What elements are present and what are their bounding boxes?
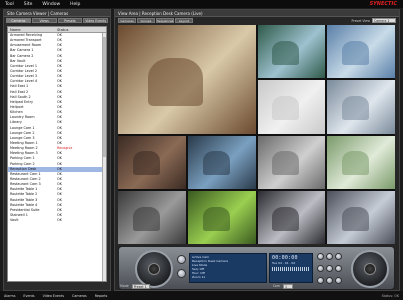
video-feed[interactable] (118, 135, 186, 189)
camera-list-scrollbar[interactable] (102, 33, 106, 281)
view-area-tabs: Cameras Groups Sequences Layout (118, 18, 193, 23)
joystick-center[interactable] (364, 263, 376, 275)
menu-site[interactable]: Site (19, 2, 38, 7)
cam-dropdown[interactable]: 1 (282, 283, 293, 289)
console-button-6[interactable] (317, 265, 324, 272)
video-feed[interactable] (257, 80, 326, 134)
camera-list-panel: Site Camera Viewer | Cameras Cameras Vie… (3, 9, 111, 291)
preset-dropdown[interactable]: Camera 1 (372, 18, 396, 23)
scene-shape (272, 151, 300, 176)
camera-table: Name Status Armored Receiving OK Armored T… (7, 26, 107, 282)
preset-selector: Preset View Camera 1 (351, 18, 396, 23)
scene-shape (342, 206, 370, 231)
view-area-title: View Area | Reception Desk Camera (Live) (115, 10, 399, 17)
view-area-panel: View Area | Reception Desk Camera (Live)… (114, 9, 400, 291)
status-button-cameras[interactable]: Cameras (68, 294, 91, 298)
menu-bar: Tool Site Window Help SYNECTIC (0, 0, 403, 8)
scene-shape (342, 40, 370, 65)
scene-shape (132, 151, 160, 176)
video-feed[interactable] (118, 190, 186, 244)
console-button-8[interactable] (335, 265, 342, 272)
status-button-alarms[interactable]: Alarms (0, 294, 19, 298)
scene-shape (202, 151, 230, 176)
status-text: Status: OK (381, 293, 399, 298)
view-tab-cameras[interactable]: Cameras (118, 18, 136, 23)
tab-views[interactable]: Views (31, 18, 57, 23)
console-button-5[interactable] (335, 253, 342, 260)
camera-list-title: Site Camera Viewer | Cameras (4, 10, 110, 17)
scene-shape (272, 206, 300, 231)
signal-bars (272, 267, 310, 271)
video-feed[interactable] (187, 135, 256, 189)
brand-logo: SYNECTIC (369, 1, 397, 7)
cam-label: Cam (272, 284, 280, 288)
video-feed[interactable] (257, 25, 326, 79)
video-feed[interactable] (327, 80, 395, 134)
console-button-3[interactable] (317, 253, 324, 260)
scene-shape (342, 96, 370, 121)
time-display: 00:00:00 Tue 04 . 01 . 00 (269, 253, 313, 283)
video-feed[interactable] (257, 135, 326, 189)
scene-shape (272, 96, 300, 121)
date-readout: Tue 04 . 01 . 00 (272, 261, 296, 265)
main-video-feed[interactable] (118, 25, 256, 134)
console-button-7[interactable] (326, 265, 333, 272)
camera-name: Vault (10, 218, 19, 223)
tab-video-events[interactable]: Video Events (83, 18, 108, 23)
menu-tool[interactable]: Tool (0, 2, 19, 7)
camera-rows: Armored Receiving OK Armored Transport OK Am… (8, 33, 106, 223)
scene-shape (342, 151, 370, 176)
video-feed[interactable] (187, 190, 256, 244)
mode-label: Mode (120, 284, 129, 288)
scene-shape (202, 206, 230, 231)
console-button-4[interactable] (326, 253, 333, 260)
menu-help[interactable]: Help (65, 2, 85, 7)
view-tab-sequences[interactable]: Sequences (156, 18, 174, 23)
video-feed[interactable] (327, 135, 395, 189)
view-tab-layout[interactable]: Layout (175, 18, 193, 23)
column-name-header[interactable]: Name (8, 27, 55, 32)
lcd-line: Zoom 1x (192, 275, 206, 279)
preset-label: Preset View (351, 18, 370, 23)
camera-status: OK (57, 218, 62, 223)
video-feed[interactable] (327, 190, 395, 244)
status-display: Active Cam Reception Desk Camera Live Mo… (189, 253, 267, 283)
tab-cameras[interactable]: Cameras (6, 18, 31, 23)
scene-shape (132, 206, 160, 231)
mode-dropdown[interactable]: Preset 1 (131, 283, 150, 289)
status-button-reports[interactable]: Reports (91, 294, 112, 298)
tab-presets[interactable]: Presets (57, 18, 83, 23)
video-grid (118, 25, 395, 244)
console-button-1[interactable] (177, 255, 186, 264)
camera-row[interactable]: Vault OK (8, 218, 106, 223)
camera-list-tabs: Cameras Views Presets Video Events (4, 17, 110, 23)
video-feed[interactable] (257, 190, 326, 244)
jog-center[interactable] (148, 263, 160, 275)
scene-shape (148, 57, 204, 107)
view-tab-groups[interactable]: Groups (137, 18, 155, 23)
scrollbar-thumb[interactable] (103, 37, 106, 157)
status-button-events[interactable]: Events (19, 294, 38, 298)
video-feed[interactable] (327, 25, 395, 79)
console-button-2[interactable] (177, 269, 186, 278)
view-footer: Mode Preset 1 Cam 1 (114, 282, 397, 290)
status-bar: Alarms Events Video Events Cameras Repor… (0, 291, 403, 300)
status-button-video-events[interactable]: Video Events (39, 294, 68, 298)
menu-window[interactable]: Window (37, 2, 65, 7)
scene-shape (272, 40, 300, 65)
column-status-header[interactable]: Status (55, 27, 106, 32)
